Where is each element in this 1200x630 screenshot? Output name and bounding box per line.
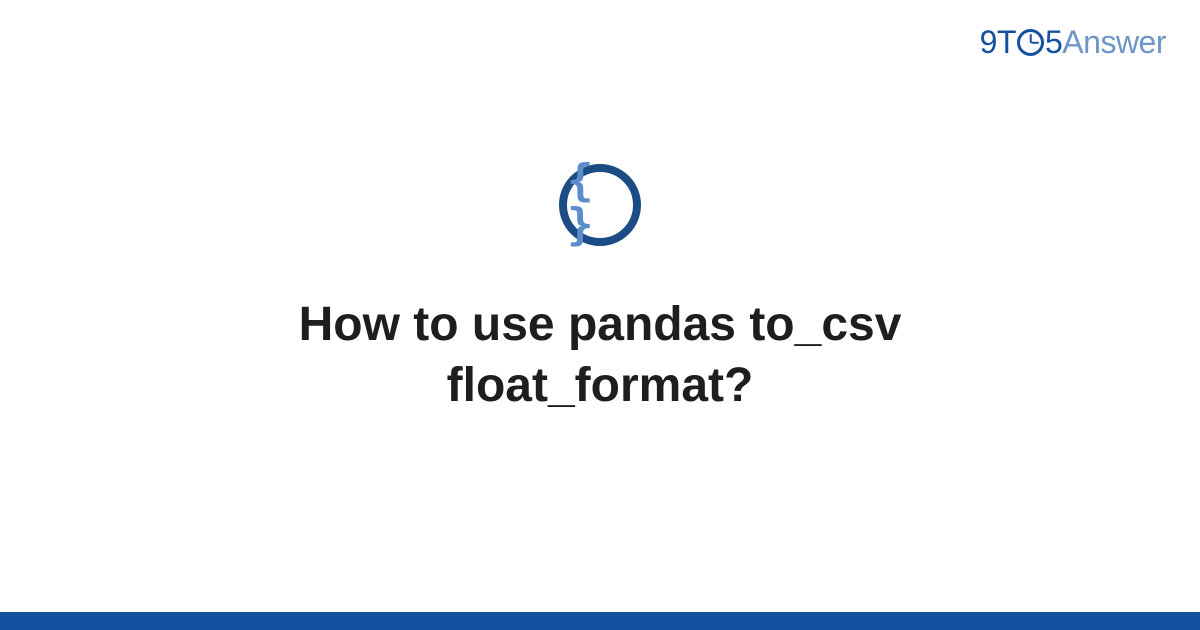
braces-icon: { } (559, 164, 641, 246)
braces-glyph: { } (567, 159, 633, 247)
question-title: How to use pandas to_csv float_format? (150, 294, 1050, 417)
bottom-bar (0, 612, 1200, 630)
main-content: { } How to use pandas to_csv float_forma… (0, 0, 1200, 630)
